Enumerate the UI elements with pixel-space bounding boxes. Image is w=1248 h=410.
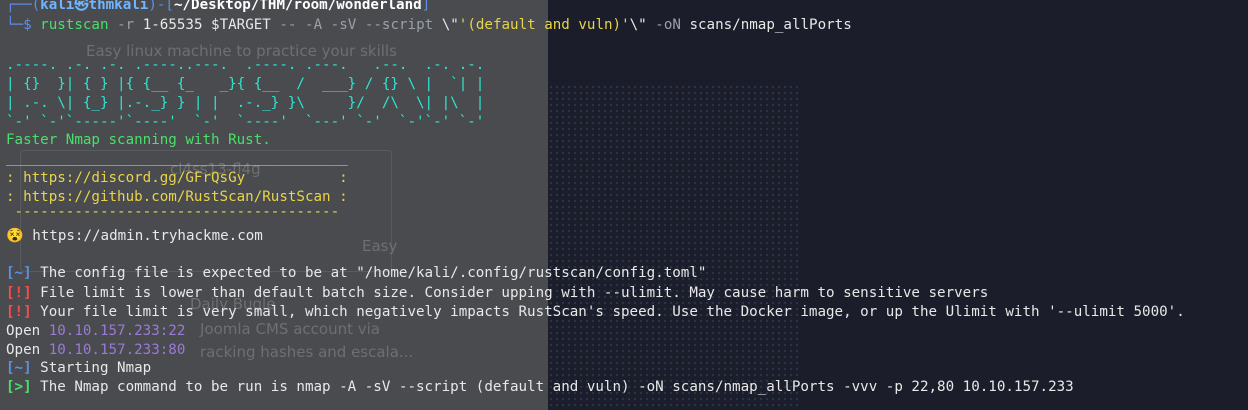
port-address: 10.10.157.233:80 [48,342,186,358]
banner-ascii-4: `-' `-'`-----'`----' `-' `----' `---' `-… [6,114,485,130]
info-tag: [~] [6,265,32,281]
prompt-arrow: └─$ [6,17,32,33]
command-output-file: scans/nmap_allPorts [689,17,852,33]
warning-tag: [!] [6,285,32,301]
command-binary: rustscan [40,17,109,33]
banner-ascii-3: | .-. \| {_} |.-._} } | | .-._} }\ }/ /\… [6,95,485,111]
message-ulimit: [!] Your file limit is very small, which… [6,304,1185,320]
banner-ascii-1: .----. .-. .-. .----..---. .----. .---. … [6,57,485,73]
prompt-user: kali [40,0,75,13]
banner-rule-top: ________________________________________ [6,150,348,166]
dizzy-face-icon: 😵 [6,228,24,244]
ok-tag: [>] [6,379,32,395]
command-script-arg: (default and vuln) [467,17,622,33]
terminal-output[interactable]: ┌──(kali㉿thmkali)-[~/Desktop/THM/room/wo… [0,0,1248,410]
admin-url[interactable]: https://admin.tryhackme.com [24,228,263,244]
open-port-80: Open 10.10.157.233:80 [6,342,186,358]
banner-discord-link[interactable]: : https://discord.gg/GFrQsGy : [6,169,348,188]
warning-tag: [!] [6,304,32,320]
admin-line: 😵 https://admin.tryhackme.com [6,227,263,246]
banner-tagline: Faster Nmap scanning with Rust. [6,132,271,148]
nmap-command: [>] The Nmap command to be run is nmap -… [6,379,1074,395]
prompt-host: thmkali [88,0,149,13]
banner-rule-bottom: -------------------------------------- [6,204,340,220]
command-line: └─$ rustscan -r 1-65535 $TARGET -- -A -s… [6,17,852,33]
open-port-22: Open 10.10.157.233:22 [6,323,186,339]
message-file-limit: [!] File limit is lower than default bat… [6,285,989,301]
banner-ascii-2: | {} }| { } |{ {__ {_ _}{ {__ / ___} / {… [6,76,485,92]
starting-nmap: [~] Starting Nmap [6,360,152,376]
prompt-path: ~/Desktop/THM/room/wonderland [173,0,422,13]
info-tag: [~] [6,360,32,376]
message-config: [~] The config file is expected to be at… [6,265,707,281]
prompt-header: ┌──(kali㉿thmkali)-[~/Desktop/THM/room/wo… [6,0,430,15]
port-address: 10.10.157.233:22 [48,323,186,339]
